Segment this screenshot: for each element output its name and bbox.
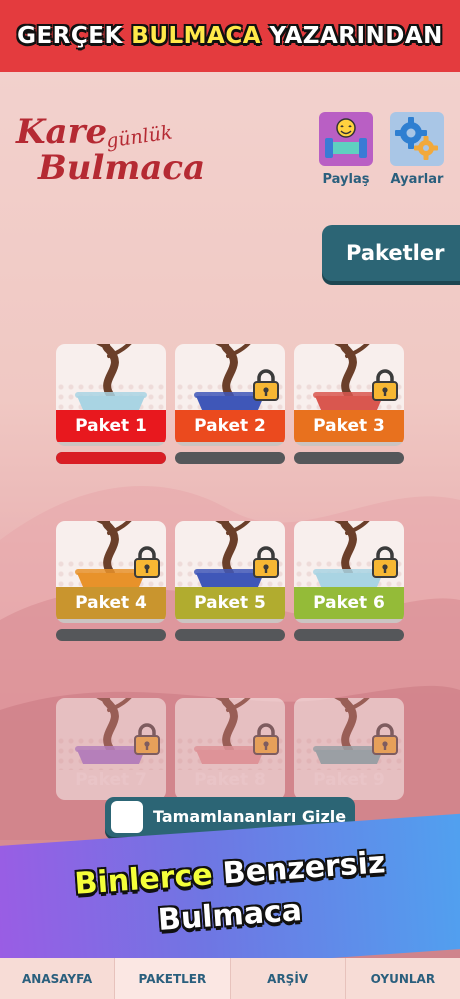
settings-label: Ayarlar <box>390 172 444 187</box>
lock-icon <box>253 723 279 755</box>
pack-card[interactable]: Paket 1 <box>56 344 166 474</box>
pack-progress-bar <box>56 629 166 641</box>
pack-progress-fill <box>56 452 166 464</box>
lock-icon <box>134 723 160 755</box>
bottom-tab-bar: ANASAYFA PAKETLER ARŞİV OYUNLAR <box>0 958 460 999</box>
pack-card-body: Paket 4 <box>56 521 166 623</box>
pack-progress-bar <box>175 629 285 641</box>
settings-button[interactable]: Ayarlar <box>387 112 447 187</box>
lock-icon <box>372 723 398 755</box>
logo-kare: Kare <box>16 112 108 152</box>
hide-completed-checkbox[interactable] <box>111 801 143 833</box>
pack-card[interactable]: Paket 3 <box>294 344 404 474</box>
tab-home[interactable]: ANASAYFA <box>0 958 116 999</box>
top-banner: GERÇEK BULMACA YAZARINDAN <box>0 0 460 72</box>
tab-packs[interactable]: PAKETLER <box>115 958 231 999</box>
packs-header-tab[interactable]: Paketler <box>322 225 460 281</box>
share-button[interactable]: Paylaş <box>316 112 376 187</box>
pack-progress-bar <box>175 452 285 464</box>
pack-card-body: Paket 5 <box>175 521 285 623</box>
share-label: Paylaş <box>322 172 370 187</box>
pack-card-body: Paket 6 <box>294 521 404 623</box>
pack-card[interactable]: Paket 6 <box>294 521 404 651</box>
lock-icon <box>134 546 160 578</box>
pack-card-body: Paket 2 <box>175 344 285 446</box>
lock-icon <box>253 546 279 578</box>
logo-bulmaca: Bulmaca <box>38 148 206 188</box>
packs-tab-label: Paketler <box>346 241 445 265</box>
pack-card-body: Paket 9 <box>294 698 404 800</box>
gear-icon <box>390 112 444 166</box>
banner-highlight: BULMACA <box>131 23 262 49</box>
share-icon <box>319 112 373 166</box>
lock-icon <box>372 369 398 401</box>
lock-icon <box>372 546 398 578</box>
app-logo: Kare günlük Bulmaca <box>14 112 206 192</box>
pack-progress-bar <box>294 452 404 464</box>
lock-icon <box>253 369 279 401</box>
banner-part1: GERÇEK <box>17 23 132 49</box>
top-banner-text: GERÇEK BULMACA YAZARINDAN <box>17 23 443 49</box>
tab-games[interactable]: OYUNLAR <box>346 958 460 999</box>
banner-part2: YAZARINDAN <box>261 23 443 49</box>
pack-card[interactable]: Paket 2 <box>175 344 285 474</box>
bonsai-illustration <box>75 344 147 410</box>
pack-card-body: Paket 8 <box>175 698 285 800</box>
pack-card[interactable]: Paket 5 <box>175 521 285 651</box>
pack-card-body: Paket 3 <box>294 344 404 446</box>
pack-card-body: Paket 1 <box>56 344 166 446</box>
pack-card-body: Paket 7 <box>56 698 166 800</box>
tab-archive[interactable]: ARŞİV <box>231 958 346 999</box>
pack-card[interactable]: Paket 4 <box>56 521 166 651</box>
pack-progress-bar <box>294 629 404 641</box>
pack-progress-bar <box>56 452 166 464</box>
